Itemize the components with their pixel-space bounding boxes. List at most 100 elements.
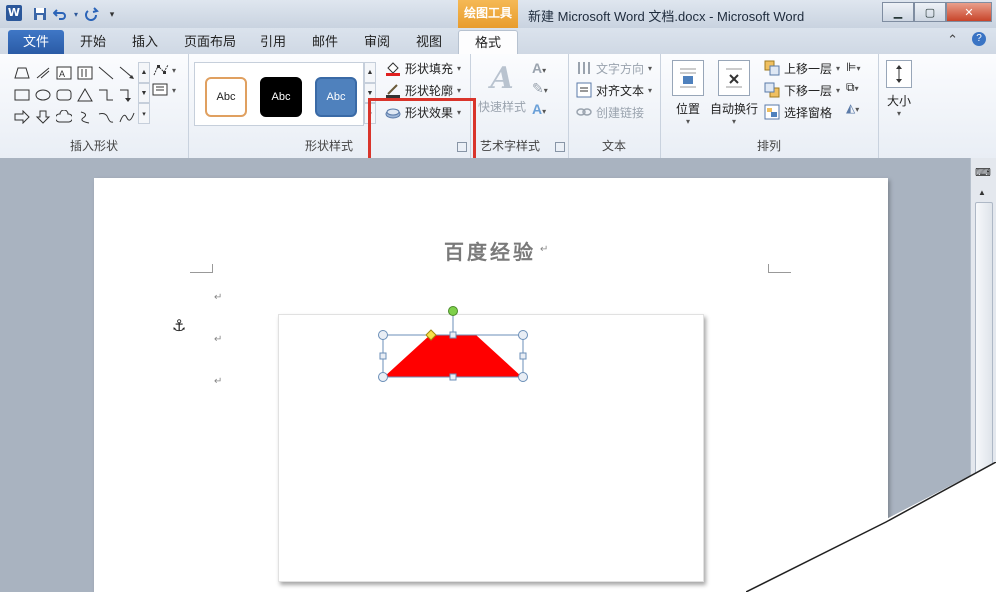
rotation-handle[interactable] — [448, 306, 458, 316]
edit-points-icon — [153, 64, 169, 76]
title-bar: W ▾ ▾ 绘图工具 新建 Microsoft Word 文档.docx - M… — [0, 0, 996, 28]
parallelogram-shape-icon[interactable] — [33, 62, 53, 83]
elbow-connector-icon[interactable] — [96, 84, 116, 105]
elbow-arrow-connector-icon[interactable] — [117, 84, 137, 105]
undo-icon[interactable] — [52, 6, 68, 22]
trapezoid-shape-icon[interactable] — [12, 62, 32, 83]
chevron-down-icon: ▾ — [648, 85, 653, 95]
ribbon-right-controls: ⌃ ? — [947, 32, 986, 48]
tab-review[interactable]: 审阅 — [364, 30, 390, 54]
customize-qat-icon[interactable]: ▾ — [104, 6, 120, 22]
chevron-down-icon: ▾ — [648, 63, 653, 73]
resize-handle[interactable] — [378, 330, 388, 340]
selection-pane-button[interactable]: 选择窗格 — [764, 102, 832, 122]
position-button[interactable]: 位置 ▾ — [672, 60, 704, 126]
resize-handle[interactable] — [518, 372, 528, 382]
redo-icon[interactable] — [84, 6, 100, 22]
wrap-text-button[interactable]: 自动换行 ▾ — [710, 60, 758, 126]
vertical-text-box-icon[interactable] — [75, 62, 95, 83]
rounded-rectangle-shape-icon[interactable] — [54, 84, 74, 105]
shape-outline-button[interactable]: 形状轮廓 ▾ — [385, 80, 461, 100]
word-app-icon[interactable]: W — [6, 5, 22, 21]
position-icon — [672, 60, 704, 96]
align-text-label: 对齐文本 — [596, 83, 645, 98]
curve-shape-icon[interactable] — [117, 106, 137, 127]
dialog-launcher-icon[interactable] — [555, 142, 565, 152]
down-arrow-shape-icon[interactable] — [33, 106, 53, 127]
scroll-up-icon[interactable]: ▲ — [138, 62, 150, 83]
scroll-down-icon[interactable]: ▼ — [138, 82, 150, 104]
arrow-line-shape-icon[interactable] — [117, 62, 137, 83]
align-icon[interactable]: ⊫▾ — [846, 60, 860, 74]
resize-handle[interactable] — [449, 373, 457, 381]
shape-styles-gallery: Abc Abc Abc — [194, 62, 364, 126]
shape-outline-label: 形状轮廓 — [405, 83, 454, 98]
scroll-up-icon[interactable]: ▲ — [364, 62, 376, 83]
resize-handle[interactable] — [519, 352, 527, 360]
resize-handle[interactable] — [378, 372, 388, 382]
minimize-button[interactable]: ▁ — [882, 2, 914, 22]
chevron-down-icon: ▾ — [732, 117, 737, 126]
triangle-shape-icon[interactable] — [75, 84, 95, 105]
create-link-button[interactable]: 创建链接 — [576, 102, 644, 122]
shape-style-preset[interactable]: Abc — [205, 77, 247, 117]
ruler-toggle-icon[interactable]: ⌨ — [975, 166, 991, 182]
tab-page-layout[interactable]: 页面布局 — [184, 30, 236, 54]
shape-fill-button[interactable]: 形状填充 ▾ — [385, 58, 461, 78]
text-direction-button[interactable]: 文字方向 ▾ — [576, 58, 652, 78]
group-insert-shapes: A ▾ ▾ ▲ ▼ ▾ 插入形状 — [0, 54, 189, 158]
text-outline-icon[interactable]: ✎▾ — [532, 80, 548, 97]
bring-forward-button[interactable]: 上移一层 ▾ — [764, 58, 840, 78]
document-title[interactable]: 百度经验 — [444, 236, 536, 265]
rectangle-shape-icon[interactable] — [12, 84, 32, 105]
group-label-insert-shapes: 插入形状 — [69, 139, 118, 153]
scroll-up-arrow-icon[interactable]: ▲ — [978, 188, 986, 197]
oval-shape-icon[interactable] — [33, 84, 53, 105]
line-shape-icon[interactable] — [96, 62, 116, 83]
help-icon[interactable]: ? — [972, 32, 986, 46]
rotate-icon[interactable]: ◭▾ — [846, 101, 860, 115]
drawing-tools-context-label: 绘图工具 — [458, 0, 518, 28]
tab-references[interactable]: 引用 — [260, 30, 286, 54]
tab-insert[interactable]: 插入 — [132, 30, 158, 54]
tab-file[interactable]: 文件 — [8, 30, 64, 54]
maximize-button[interactable]: ▢ — [914, 2, 946, 22]
tab-mailings[interactable]: 邮件 — [312, 30, 338, 54]
create-link-label: 创建链接 — [596, 105, 645, 120]
text-fill-icon[interactable]: A▾ — [532, 60, 548, 76]
bring-forward-icon — [764, 60, 780, 76]
tab-home[interactable]: 开始 — [80, 30, 106, 54]
text-box-icon[interactable]: A — [54, 62, 74, 83]
shape-style-preset[interactable]: Abc — [260, 77, 302, 117]
undo-dropdown-icon[interactable]: ▾ — [72, 6, 80, 22]
resize-handle[interactable] — [518, 330, 528, 340]
quick-styles-button[interactable]: A 快速样式 — [478, 60, 526, 115]
resize-handle[interactable] — [449, 331, 457, 339]
edit-shape-button[interactable]: ▾ — [152, 60, 188, 80]
trapezoid-shape[interactable] — [384, 335, 522, 377]
minimize-icon: ▁ — [893, 6, 903, 19]
right-arrow-shape-icon[interactable] — [12, 106, 32, 127]
send-backward-button[interactable]: 下移一层 ▾ — [764, 80, 840, 100]
scrollbar-thumb[interactable] — [975, 202, 993, 504]
draw-text-box-button[interactable]: ▾ — [152, 80, 188, 100]
selected-trapezoid-shape[interactable] — [374, 303, 534, 385]
more-shapes-icon[interactable]: ▾ — [138, 103, 150, 125]
group-wordart-styles: A 快速样式 A▾ ✎▾ A▾ 艺术字样式 — [470, 54, 569, 158]
size-button[interactable]: 大小 ▾ — [886, 60, 912, 118]
tab-view[interactable]: 视图 — [416, 30, 442, 54]
group-objects-icon[interactable]: ⧉▾ — [846, 80, 860, 95]
text-effects-icon[interactable]: A▾ — [532, 101, 548, 117]
arc-shape-icon[interactable] — [96, 106, 116, 127]
anchor-icon: ⚓ — [172, 318, 187, 335]
minimize-ribbon-icon[interactable]: ⌃ — [947, 32, 958, 48]
lightning-shape-icon[interactable] — [75, 106, 95, 127]
align-text-button[interactable]: 对齐文本 ▾ — [576, 80, 652, 100]
close-button[interactable]: ✕ — [946, 2, 992, 22]
pentagon-shape-icon[interactable] — [54, 106, 74, 127]
save-icon[interactable] — [32, 6, 48, 22]
tab-format[interactable]: 格式 — [458, 30, 519, 55]
resize-handle[interactable] — [379, 352, 387, 360]
pencil-icon — [385, 82, 401, 98]
shape-style-preset[interactable]: Abc — [315, 77, 357, 117]
